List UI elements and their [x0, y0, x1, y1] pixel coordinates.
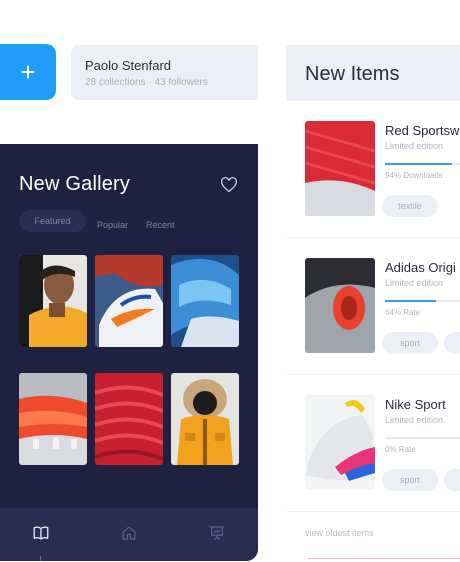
new-items-header: New Items	[286, 45, 460, 101]
profile-name: Paolo Stenfard	[85, 58, 172, 73]
gallery-tile-sneaker[interactable]	[95, 255, 163, 347]
item-progress-fill	[385, 300, 437, 302]
item-thumbnail	[305, 258, 375, 353]
athlete-photo-icon	[19, 255, 87, 347]
item-progress-fill	[385, 163, 453, 165]
gallery-panel: New Gallery Featured Popular Recent	[0, 144, 258, 561]
item-subtitle: Limited edition	[385, 278, 444, 288]
item-name: Nike Sport	[385, 397, 446, 412]
red-textile-photo-icon	[305, 121, 375, 216]
item-progress-bar	[385, 163, 460, 165]
item-stat: 94% Downloads	[385, 171, 443, 180]
active-nav-indicator	[40, 556, 41, 561]
sneaker-photo-icon	[95, 255, 163, 347]
item-name: Red Sportsw	[385, 123, 460, 138]
item-divider	[286, 374, 460, 375]
item-tag[interactable]: textile	[382, 195, 438, 217]
item-name: Adidas Origi	[385, 260, 456, 275]
gallery-bottom-nav	[0, 508, 258, 561]
gallery-tile-orange-sole[interactable]	[19, 373, 87, 465]
gallery-tile-yellow-jacket[interactable]	[171, 373, 239, 465]
profile-card[interactable]: Paolo Stenfard 28 collections · 43 follo…	[71, 45, 258, 100]
item-subtitle: Limited edition	[385, 141, 444, 151]
add-button[interactable]: +	[0, 44, 56, 100]
tab-recent[interactable]: Recent	[146, 220, 175, 230]
adidas-shoe-photo-icon	[305, 258, 375, 353]
item-divider	[286, 511, 460, 512]
item-tag-overflow[interactable]	[444, 332, 460, 354]
item-tag-overflow[interactable]	[444, 469, 460, 491]
item-progress-bar	[385, 437, 460, 439]
item-stat: 64% Rate	[385, 308, 421, 317]
view-oldest-link[interactable]: view oldest items	[305, 528, 374, 538]
gallery-title: New Gallery	[19, 173, 131, 195]
item-progress-bar	[385, 300, 460, 302]
blue-shoe-photo-icon	[171, 255, 239, 347]
nike-shoe-photo-icon	[305, 395, 375, 490]
tab-featured-label: Featured	[34, 216, 71, 226]
book-icon[interactable]	[32, 524, 50, 542]
orange-sole-photo-icon	[19, 373, 87, 465]
home-icon[interactable]	[120, 524, 138, 542]
item-thumbnail	[305, 121, 375, 216]
tab-popular[interactable]: Popular	[97, 220, 128, 230]
new-items-title: New Items	[305, 63, 400, 85]
item-subtitle: Limited edition	[385, 415, 444, 425]
heart-icon[interactable]	[220, 177, 238, 193]
yellow-jacket-photo-icon	[171, 373, 239, 465]
gallery-tile-blue-shoe[interactable]	[171, 255, 239, 347]
gallery-tile-red-knit[interactable]	[95, 373, 163, 465]
footer-accent-line	[308, 558, 460, 559]
profile-subtitle: 28 collections · 43 followers	[85, 77, 208, 88]
red-knit-photo-icon	[95, 373, 163, 465]
item-stat: 0% Rate	[385, 445, 416, 454]
tab-featured[interactable]: Featured	[19, 210, 86, 232]
item-divider	[286, 237, 460, 238]
presentation-icon[interactable]	[208, 524, 226, 542]
item-tag[interactable]: sport	[382, 332, 438, 354]
item-tag[interactable]: sport	[382, 469, 438, 491]
gallery-tile-athlete[interactable]	[19, 255, 87, 347]
item-thumbnail	[305, 395, 375, 490]
